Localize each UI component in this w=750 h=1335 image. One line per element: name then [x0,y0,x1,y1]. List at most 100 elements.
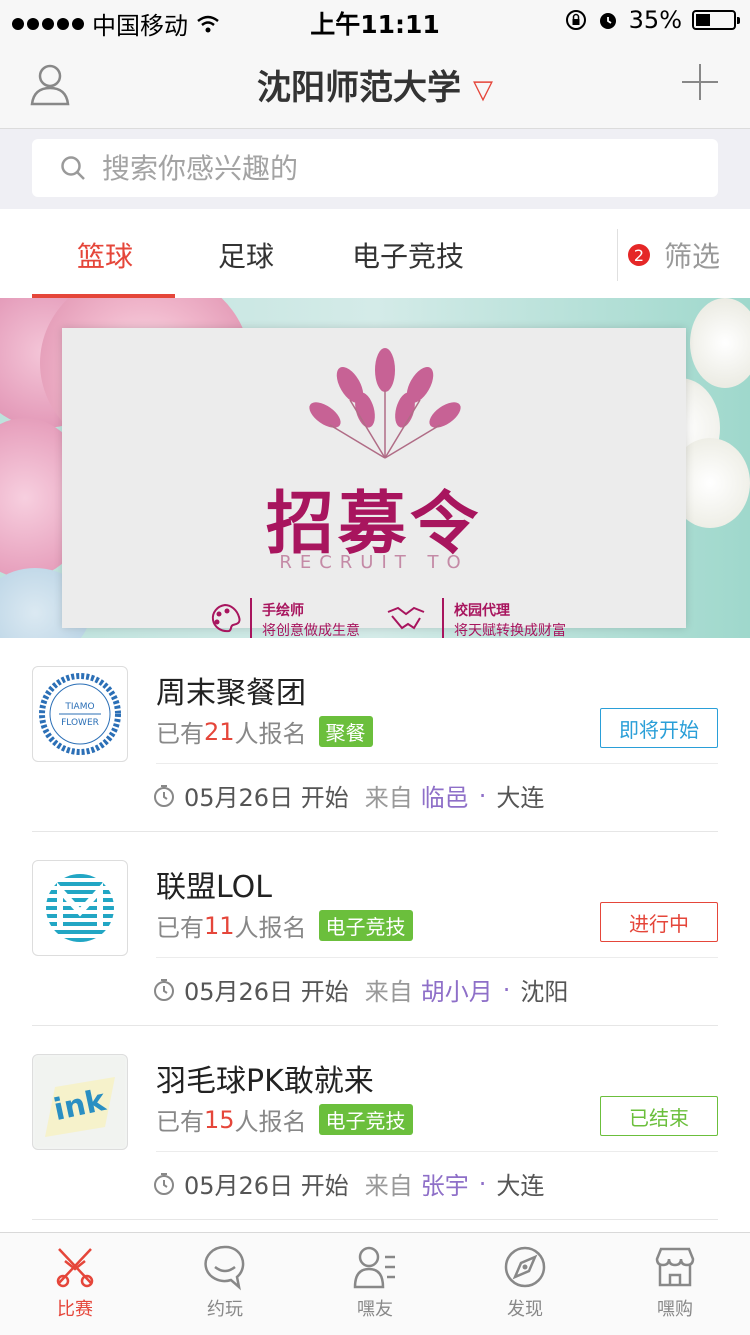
divider [32,1219,718,1220]
svg-text:TIAMO: TIAMO [64,702,94,712]
event-list: TIAMO FLOWER 周末聚餐团 已有 21 人报名 聚餐 即将开始 05月26… [0,638,750,1220]
search-bar [0,129,750,209]
organizer-link[interactable]: 临邑 [421,778,469,813]
count-number: 21 [204,717,235,746]
status-button[interactable]: 即将开始 [600,708,718,748]
alarm-icon [599,13,616,29]
tabbar-label: 约玩 [207,1299,243,1320]
event-signup-count: 已有 21 人报名 聚餐 [156,714,373,749]
divider [156,1151,718,1152]
filter-badge: 2 [628,244,650,266]
event-thumbnail [32,860,128,956]
divider [617,229,618,281]
status-button[interactable]: 进行中 [600,902,718,942]
tabbar-item-shop[interactable]: 嘿购 [600,1243,750,1321]
event-tag: 聚餐 [318,716,373,747]
status-bar: 中国移动 上午11:11 35% [0,0,750,40]
list-item[interactable]: 联盟LOL 已有 11 人报名 电子竞技 进行中 05月26日 开始 来自 胡小月 … [0,832,750,1026]
tabbar-label: 比赛 [57,1299,93,1320]
event-title: 周末聚餐团 [156,676,306,711]
divider [156,763,718,764]
banner-card: 招募令 RECRUIT TO 手绘师 将创意做成生意 校园代理 将天赋转换成财富 [62,328,686,638]
tabbar-item-friends[interactable]: 嘿友 [300,1243,450,1321]
tab-football[interactable]: 足球 [218,235,274,275]
list-item[interactable]: ink 羽毛球PK敢就来 已有 15 人报名 电子竞技 已结束 05月26日 开始 … [0,1026,750,1220]
event-title: 羽毛球PK敢就来 [156,1064,374,1099]
divider [156,957,718,958]
clock-icon [154,978,174,1001]
event-signup-count: 已有 15 人报名 电子竞技 [156,1102,413,1137]
shop-icon [655,1247,695,1287]
event-meta: 05月26日 开始 来自 临邑 · 大连 [152,778,544,813]
tulip-image [690,298,750,388]
palette-icon [211,603,241,633]
tabbar-label: 发现 [507,1299,543,1320]
event-signup-count: 已有 11 人报名 电子竞技 [156,908,413,943]
count-suffix: 人报名 [234,1108,307,1136]
plus-icon[interactable] [682,64,718,100]
count-prefix: 已有 [156,1108,204,1136]
flower-bouquet-icon [309,348,461,459]
banner-item-title: 校园代理 [454,603,510,619]
banner-item-desc: 将创意做成生意 [262,623,360,638]
event-city: 大连 [496,784,545,812]
tiamo-flower-logo: TIAMO FLOWER [39,673,121,755]
event-city: 沈阳 [520,978,569,1006]
count-suffix: 人报名 [234,914,307,942]
tabbar-item-discover[interactable]: 发现 [450,1243,600,1321]
status-button[interactable]: 已结束 [600,1096,718,1136]
tabbar-item-match[interactable]: 比赛 [0,1243,150,1321]
friends-icon [353,1246,395,1289]
page-title: 沈阳师范大学 [257,68,461,108]
m-stripe-logo [46,874,114,942]
category-tabs: 篮球 足球 电子竞技 2 筛选 [0,209,750,299]
filter-button[interactable]: 2 筛选 [628,235,720,275]
handshake-icon [387,606,425,630]
school-selector[interactable]: 沈阳师范大学 ▽ [0,60,750,109]
recruit-banner[interactable]: 招募令 RECRUIT TO 手绘师 将创意做成生意 校园代理 将天赋转换成财富 [0,298,750,638]
event-date: 05月26日 开始 [184,784,349,812]
tab-esports[interactable]: 电子竞技 [352,235,464,275]
event-meta: 05月26日 开始 来自 胡小月 · 沈阳 [152,972,568,1007]
battery-icon [692,10,740,30]
compass-icon [504,1246,546,1288]
from-label: 来自 [364,978,413,1006]
count-prefix: 已有 [156,720,204,748]
list-item[interactable]: TIAMO FLOWER 周末聚餐团 已有 21 人报名 聚餐 即将开始 05月26… [0,638,750,832]
chat-bubble-icon [204,1245,245,1291]
tab-basketball[interactable]: 篮球 [77,235,133,275]
tabbar-label: 嘿友 [357,1299,393,1320]
banner-item-desc: 将天赋转换成财富 [454,623,566,638]
event-date: 05月26日 开始 [184,1172,349,1200]
count-prefix: 已有 [156,914,204,942]
clock-icon [154,1172,174,1195]
svg-text:FLOWER: FLOWER [61,718,99,728]
count-number: 11 [204,911,235,940]
tabbar-item-play[interactable]: 约玩 [150,1243,300,1321]
event-meta: 05月26日 开始 来自 张宇 · 大连 [152,1166,544,1201]
separator-dot: · [478,781,487,810]
count-suffix: 人报名 [234,720,307,748]
event-tag: 电子竞技 [318,1104,413,1135]
search-input[interactable] [100,150,664,186]
tabbar-label: 嘿购 [657,1299,693,1320]
chevron-down-icon: ▽ [473,74,493,105]
event-thumbnail: TIAMO FLOWER [32,666,128,762]
event-date: 05月26日 开始 [184,978,349,1006]
nav-bar: 沈阳师范大学 ▽ [0,40,750,129]
bottom-tab-bar: 比赛 约玩 嘿友 发现 嘿购 [0,1232,750,1335]
match-icon [56,1248,94,1288]
separator-dot: · [502,975,511,1004]
ink-logo: ink [35,1057,125,1147]
organizer-link[interactable]: 胡小月 [421,972,493,1007]
event-city: 大连 [496,1172,545,1200]
organizer-link[interactable]: 张宇 [421,1166,469,1201]
search-box[interactable] [32,139,718,197]
rotation-lock-icon [565,10,586,30]
event-tag: 电子竞技 [318,910,413,941]
from-label: 来自 [364,784,413,812]
event-thumbnail: ink [32,1054,128,1150]
from-label: 来自 [364,1172,413,1200]
filter-label: 筛选 [664,240,721,273]
count-number: 15 [204,1105,235,1134]
